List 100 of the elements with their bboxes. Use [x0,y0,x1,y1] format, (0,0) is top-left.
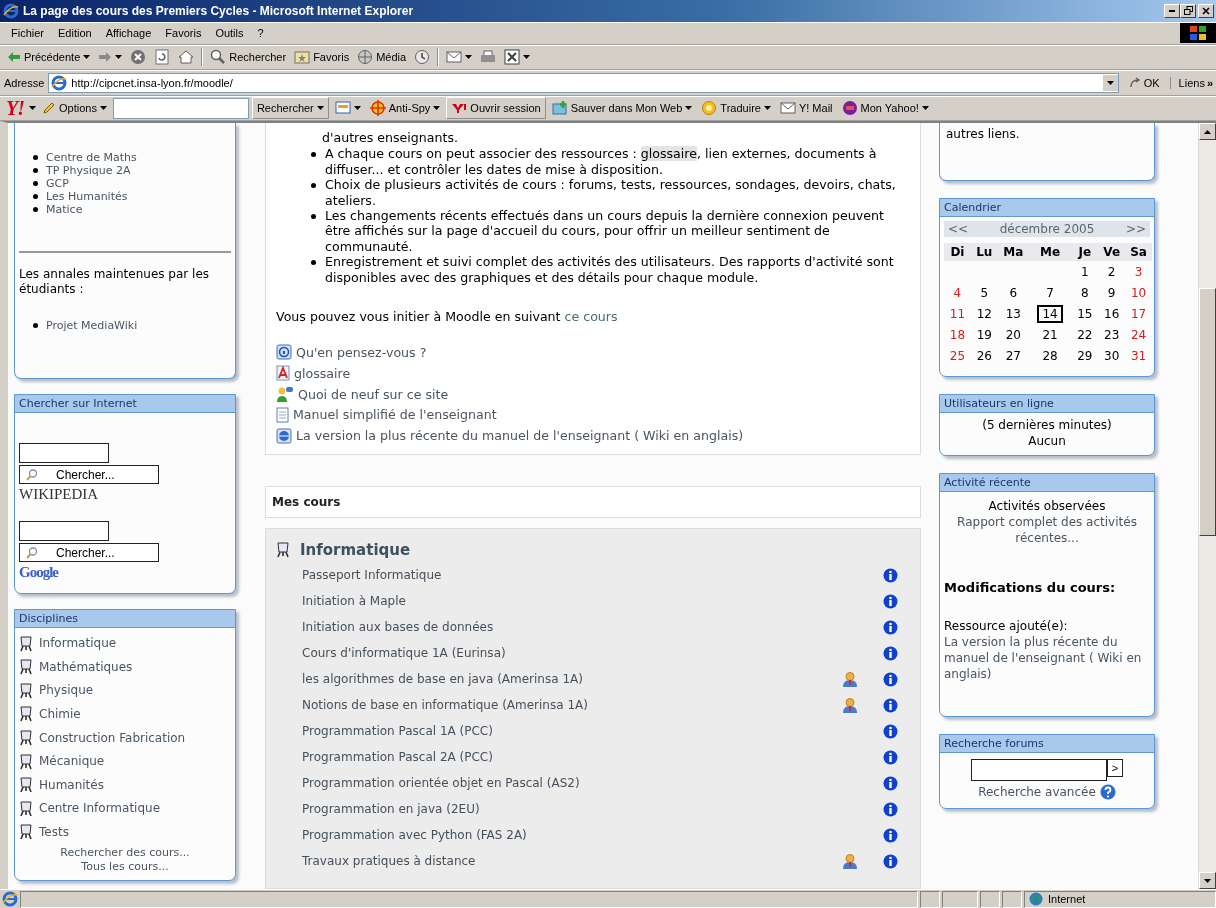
category-link[interactable]: Mathématiques [39,659,133,674]
calendar-day[interactable]: 24 [1130,327,1147,342]
info-icon[interactable] [882,853,898,869]
info-icon[interactable] [882,619,898,635]
calendar-day[interactable]: 21 [1042,327,1058,342]
calendar-day[interactable]: 15 [1077,306,1093,321]
media-icon[interactable] [357,49,374,66]
scroll-thumb[interactable] [1199,288,1216,537]
next-month-link[interactable]: >> [1125,222,1146,237]
envelope-icon[interactable] [779,101,796,116]
search-icon[interactable] [210,49,227,66]
link[interactable]: Tous les cours... [81,859,169,874]
toolbar-button[interactable]: Sauver dans Mon Web [548,98,696,119]
link[interactable]: Les Humanités [46,190,128,204]
category-link[interactable]: Informatique [39,636,117,651]
sign-in-icon[interactable] [451,102,468,115]
calendar-day[interactable]: 25 [949,348,966,363]
resource-link[interactable]: Qu'en pensez-vous ? [296,344,427,360]
link[interactable]: Centre de Maths [46,151,137,165]
calendar-day[interactable]: 13 [1005,306,1021,321]
yahoo-logo[interactable]: Y! [4,96,26,120]
toolbar-button[interactable]: Traduire [698,98,774,119]
course-link[interactable]: Programmation en java (2EU) [302,802,830,816]
course-link[interactable]: les algorithmes de base en java (Amerinsa 1A) [302,672,830,686]
wikipedia-logo[interactable]: WIKIPEDIA [19,487,99,502]
search-button[interactable]: > [1107,759,1123,778]
calendar-day[interactable]: 6 [1009,285,1018,300]
calendar-day[interactable]: 23 [1104,327,1120,342]
help-icon[interactable] [1099,784,1116,801]
person-icon[interactable] [842,852,858,870]
link[interactable]: glossaire [640,146,697,162]
toolbar-button[interactable]: Média [354,47,410,68]
course-link[interactable]: Passeport Informatique [302,568,830,582]
link[interactable]: GCP [46,177,69,191]
link[interactable]: Rechercher des cours... [60,845,190,860]
course-link[interactable]: Initiation à Maple [302,594,830,608]
info-icon[interactable] [882,593,898,609]
google-logo[interactable]: Google [19,565,58,580]
calendar-day[interactable]: 7 [1046,285,1054,300]
calendar-day[interactable]: 29 [1077,348,1093,363]
report-link[interactable]: Rapport complet des activités récentes... [944,514,1150,547]
calendar-day[interactable]: 1 [1080,264,1089,279]
calendar-day[interactable]: 22 [1077,327,1093,342]
link[interactable]: TP Physique 2A [46,164,131,178]
course-link[interactable]: Cours d'informatique 1A (Eurinsa) [302,646,830,660]
menu-item[interactable]: ? [250,27,271,40]
previous-month-link[interactable]: << [948,222,969,237]
address-field[interactable]: http://cipcnet.insa-lyon.fr/moodle/ [48,72,1119,93]
calendar-day[interactable]: 14 [1037,304,1063,323]
resource-link[interactable]: Quoi de neuf sur ce site [298,386,449,402]
resource-link[interactable]: glossaire [294,365,351,381]
translate-icon[interactable] [701,100,718,117]
course-link[interactable]: Programmation Pascal 1A (PCC) [302,724,830,738]
info-icon[interactable] [882,827,898,843]
scroll-down-icon[interactable] [1204,878,1211,883]
category-link[interactable]: Chimie [39,706,81,721]
course-link[interactable]: Programmation Pascal 2A (PCC) [302,750,830,764]
calendar-day[interactable]: 10 [1130,285,1147,300]
scrollbar[interactable] [1198,123,1216,890]
envelope-icon[interactable] [446,50,463,65]
person-icon[interactable] [842,670,858,688]
person-icon[interactable] [842,696,858,714]
toolbar-button[interactable]: Options [39,98,110,119]
category-link[interactable]: Physique [39,683,94,698]
minimize-button[interactable] [1164,3,1180,18]
calendar-day[interactable]: 30 [1104,348,1120,363]
links-button[interactable]: Liens » [1169,76,1216,89]
calendar-day[interactable]: 8 [1080,285,1089,300]
info-icon[interactable] [882,645,898,661]
resource-link[interactable]: Manuel simplifié de l'enseignant [293,407,497,423]
link[interactable]: ce cours [564,309,618,324]
search-field[interactable] [971,759,1107,782]
calendar-day[interactable]: 17 [1130,306,1147,321]
category-title[interactable]: Informatique [300,540,411,559]
info-icon[interactable] [882,671,898,687]
calendar-day[interactable]: 16 [1104,306,1120,321]
toolbar-button[interactable]: Rechercher [207,47,290,68]
calendar-day[interactable]: 5 [980,285,989,300]
category-link[interactable]: Construction Fabrication [39,730,186,745]
favorites-icon[interactable] [294,49,311,66]
category-link[interactable]: Mécanique [39,754,105,769]
pencil-icon[interactable] [42,101,56,116]
calendar-day[interactable]: 2 [1107,264,1116,279]
category-link[interactable]: Tests [39,824,69,839]
toolbar-button[interactable]: Y! Mail [776,98,836,119]
toolbar-button[interactable]: Rechercher [251,97,329,120]
calendar-day[interactable]: 4 [953,285,962,300]
calendar-day[interactable]: 12 [976,306,992,321]
toolbar-button[interactable]: Anti-Spy [366,98,444,119]
calendar-day[interactable]: 26 [976,348,992,363]
go-button[interactable]: OK [1122,76,1166,89]
restore-button[interactable] [1180,3,1196,18]
category-link[interactable]: Centre Informatique [39,801,161,816]
calendar-day[interactable]: 19 [976,327,992,342]
search-field[interactable] [112,97,249,119]
search-field[interactable] [19,443,109,464]
my-yahoo-icon[interactable] [841,100,858,117]
close-button[interactable] [1198,3,1214,18]
edit-page-icon[interactable] [504,49,521,66]
calendar-day[interactable]: 31 [1130,348,1147,363]
